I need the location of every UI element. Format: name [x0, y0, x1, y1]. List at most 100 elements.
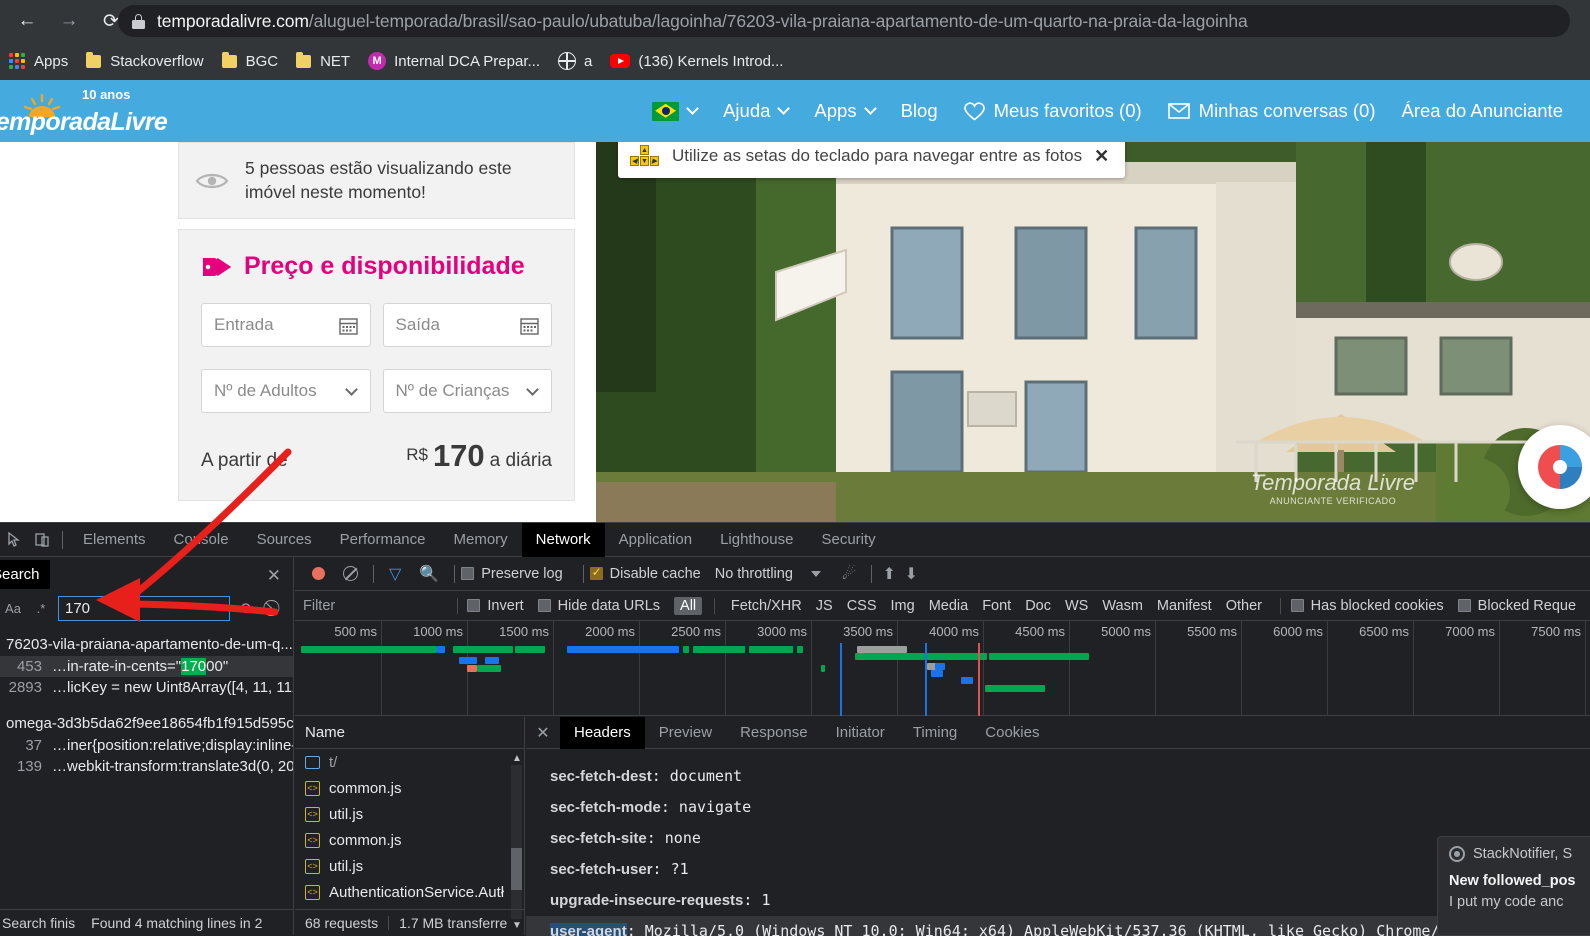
search-result-line[interactable]: 37 …iner{position:relative;display:inlin…	[0, 735, 293, 756]
nav-item-favoritos[interactable]: Meus favoritos (0)	[951, 100, 1155, 122]
bookmark-net[interactable]: NET	[287, 47, 359, 75]
request-row[interactable]: <> common.js	[295, 775, 524, 801]
back-button[interactable]: ←	[10, 4, 44, 38]
bookmark-internal-dca[interactable]: M Internal DCA Prepar...	[359, 47, 549, 75]
clear-button[interactable]	[343, 566, 358, 581]
checkin-input[interactable]: Entrada	[201, 303, 371, 348]
preserve-log-checkbox[interactable]: Preserve log	[461, 566, 563, 582]
nav-item-area-anunciante[interactable]: Área do Anunciante	[1389, 100, 1577, 122]
has-blocked-cookies-checkbox[interactable]: Has blocked cookies	[1290, 598, 1444, 614]
nav-item-apps[interactable]: Apps	[801, 100, 887, 122]
request-row[interactable]: <> util.js	[295, 801, 524, 827]
requests-column-header[interactable]: Name	[295, 717, 524, 749]
request-row[interactable]: t/	[295, 749, 524, 775]
search-result-file[interactable]: 76203-vila-praiana-apartamento-de-um-q..…	[0, 633, 293, 656]
requests-scrollbar[interactable]: ▲ ▼	[511, 753, 522, 931]
detail-tab-cookies[interactable]: Cookies	[971, 717, 1053, 749]
detail-tab-initiator[interactable]: Initiator	[822, 717, 899, 749]
search-icon[interactable]: 🔍	[419, 564, 439, 584]
close-icon[interactable]: ✕	[526, 723, 560, 743]
hide-data-urls-checkbox[interactable]: Hide data URLs	[537, 598, 660, 614]
address-bar[interactable]: temporadalivre.com/aluguel-temporada/bra…	[118, 5, 1570, 37]
refresh-icon[interactable]: ⟳	[236, 599, 258, 619]
checkout-input[interactable]: Saída	[382, 303, 552, 348]
request-row[interactable]: <> AuthenticationService.Autł	[295, 879, 524, 905]
search-input[interactable]	[58, 596, 230, 621]
network-overview-timeline[interactable]: 500 ms 1000 ms 1500 ms 2000 ms 2500 ms 3…	[295, 621, 1590, 716]
forward-button[interactable]: →	[52, 4, 86, 38]
adults-select[interactable]: Nº de Adultos	[201, 369, 371, 414]
filter-type-manifest[interactable]: Manifest	[1151, 597, 1218, 615]
import-har-icon[interactable]: ⬆	[878, 564, 900, 584]
gallery-hint-toast[interactable]: ▲ ◀ ▼ ▶ Utilize as setas do teclado para n…	[618, 142, 1126, 178]
scrollbar-thumb[interactable]	[511, 848, 522, 890]
filter-type-all[interactable]: All	[674, 596, 703, 615]
bookmark-a[interactable]: a	[549, 47, 601, 75]
device-toolbar-icon[interactable]	[28, 526, 56, 554]
filter-type-media[interactable]: Media	[923, 597, 975, 615]
header-value: ?1	[670, 860, 689, 878]
throttling-select[interactable]: No throttling	[715, 566, 793, 582]
filter-type-css[interactable]: CSS	[841, 597, 883, 615]
nav-language-selector[interactable]	[639, 101, 710, 121]
search-results: 76203-vila-praiana-apartamento-de-um-q..…	[0, 633, 293, 777]
wifi-icon[interactable]: ☄	[842, 564, 856, 584]
close-icon[interactable]: ✕	[1094, 146, 1109, 167]
search-result-line[interactable]: 139 …webkit-transform:translate3d(0, 20p…	[0, 756, 293, 777]
detail-tab-headers[interactable]: Headers	[560, 716, 645, 749]
filter-type-other[interactable]: Other	[1220, 597, 1268, 615]
search-result-file[interactable]: omega-3d3b5da62f9ee18654fb1f915d595c...	[0, 712, 293, 735]
scroll-up-icon[interactable]: ▲	[512, 753, 522, 764]
search-result-line[interactable]: 2893 …licKey = new Uint8Array([4, 11, 11…	[0, 677, 293, 698]
tab-memory[interactable]: Memory	[439, 523, 521, 557]
bookmark-kernels[interactable]: (136) Kernels Introd...	[601, 47, 792, 75]
bookmark-bgc[interactable]: BGC	[213, 47, 288, 75]
tab-sources[interactable]: Sources	[243, 523, 326, 557]
detail-tab-response[interactable]: Response	[726, 717, 822, 749]
blocked-requests-checkbox[interactable]: Blocked Reque	[1457, 598, 1576, 614]
record-button[interactable]	[312, 567, 325, 580]
disable-cache-checkbox[interactable]: Disable cache	[589, 565, 701, 582]
clear-icon[interactable]: ⃠	[264, 600, 286, 618]
tab-performance[interactable]: Performance	[326, 523, 440, 557]
photo-gallery[interactable]: ▲ ◀ ▼ ▶ Utilize as setas do teclado para n…	[596, 142, 1590, 522]
tab-security[interactable]: Security	[807, 523, 889, 557]
filter-type-fetchxhr[interactable]: Fetch/XHR	[725, 597, 808, 615]
request-row[interactable]: <> common.js	[295, 827, 524, 853]
stacknotifier-toast[interactable]: StackNotifier, S New followed_pos I put …	[1437, 836, 1590, 936]
tab-lighthouse[interactable]: Lighthouse	[706, 523, 807, 557]
children-select[interactable]: Nº de Crianças	[382, 369, 552, 414]
request-row[interactable]: <> util.js	[295, 853, 524, 879]
search-result-line[interactable]: 453 …in-rate-in-cents="17000"	[0, 656, 293, 677]
detail-tab-timing[interactable]: Timing	[899, 717, 971, 749]
filter-type-ws[interactable]: WS	[1059, 597, 1094, 615]
filter-icon[interactable]: ▽	[389, 564, 401, 584]
bookmark-stackoverflow[interactable]: Stackoverflow	[77, 47, 212, 75]
filter-type-js[interactable]: JS	[810, 597, 839, 615]
chevron-down-icon[interactable]	[810, 570, 821, 577]
inspect-element-icon[interactable]	[0, 526, 28, 554]
nav-item-blog[interactable]: Blog	[888, 100, 951, 122]
close-icon[interactable]: ✕	[267, 566, 281, 586]
divider	[373, 564, 374, 583]
detail-tab-preview[interactable]: Preview	[645, 717, 726, 749]
tab-application[interactable]: Application	[605, 523, 706, 557]
match-case-toggle[interactable]: Aa	[2, 601, 24, 616]
tab-elements[interactable]: Elements	[69, 523, 160, 557]
site-nav: Ajuda Apps Blog Meus favoritos (0) Minha…	[639, 80, 1576, 142]
nav-item-conversas[interactable]: Minhas conversas (0)	[1155, 100, 1389, 122]
filter-type-font[interactable]: Font	[976, 597, 1017, 615]
tab-console[interactable]: Console	[160, 523, 243, 557]
filter-type-img[interactable]: Img	[885, 597, 921, 615]
filter-type-wasm[interactable]: Wasm	[1096, 597, 1149, 615]
regex-toggle[interactable]: .*	[30, 601, 52, 616]
toast-body: I put my code anc	[1449, 894, 1564, 910]
tab-network[interactable]: Network	[521, 522, 605, 557]
export-har-icon[interactable]: ⬇	[900, 564, 922, 584]
invert-checkbox[interactable]: Invert	[467, 598, 524, 614]
filter-type-doc[interactable]: Doc	[1019, 597, 1057, 615]
nav-item-ajuda[interactable]: Ajuda	[710, 100, 801, 122]
filter-input[interactable]: Filter	[303, 598, 447, 614]
bookmark-apps[interactable]: Apps	[0, 47, 77, 75]
site-logo[interactable]: 10 anos TemporadaLivre	[0, 86, 202, 138]
